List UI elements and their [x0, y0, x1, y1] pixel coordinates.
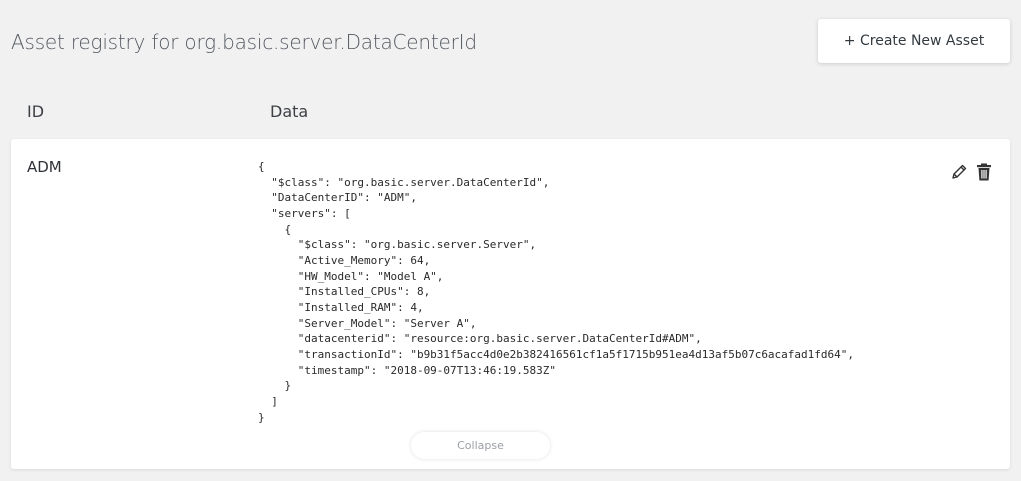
trash-icon[interactable]: [974, 162, 994, 182]
column-header-id: ID: [27, 102, 45, 121]
create-new-asset-button[interactable]: + Create New Asset: [818, 19, 1010, 63]
asset-json-data: { "$class": "org.basic.server.DataCenter…: [258, 160, 855, 424]
asset-id: ADM: [27, 158, 62, 176]
asset-row-card: ADM { "$class": "org.basic.server.DataCe…: [11, 139, 1010, 469]
pencil-icon[interactable]: [949, 162, 969, 182]
column-header-data: Data: [270, 102, 309, 121]
collapse-button[interactable]: Collapse: [411, 432, 550, 459]
page-title: Asset registry for org.basic.server.Data…: [11, 30, 477, 54]
